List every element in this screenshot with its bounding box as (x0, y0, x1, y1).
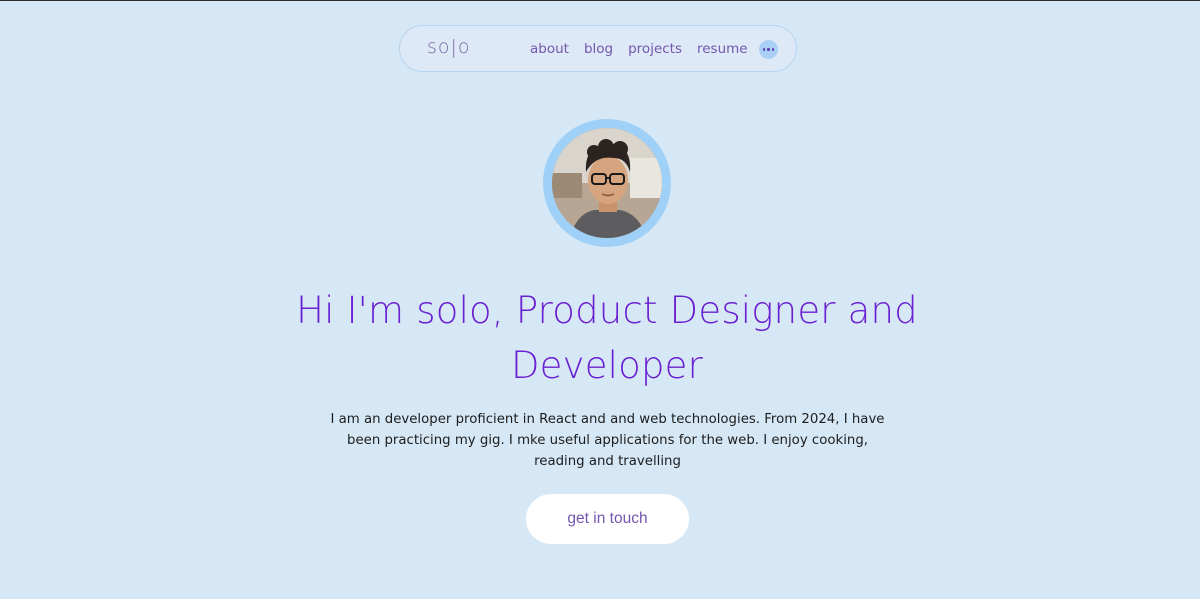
more-menu-button[interactable] (759, 40, 778, 59)
nav-links: about blog projects resume (530, 40, 763, 58)
site-logo[interactable]: so|o (427, 36, 471, 58)
get-in-touch-button[interactable]: get in touch (526, 494, 689, 544)
nav-link-blog[interactable]: blog (584, 40, 613, 58)
hero-bio: I am an developer proficient in React an… (330, 412, 885, 469)
nav-link-projects[interactable]: projects (628, 40, 682, 58)
ellipsis-icon (762, 48, 775, 51)
top-nav: so|o about blog projects resume (399, 25, 797, 72)
profile-photo (552, 128, 662, 238)
hero-headline: Hi I'm solo, Product Designer and Develo… (296, 289, 918, 387)
page: so|o about blog projects resume Hi I'm s… (0, 0, 1200, 599)
avatar-ring (543, 119, 671, 247)
nav-link-resume[interactable]: resume (697, 40, 748, 58)
avatar (552, 128, 662, 238)
nav-link-about[interactable]: about (530, 40, 569, 58)
